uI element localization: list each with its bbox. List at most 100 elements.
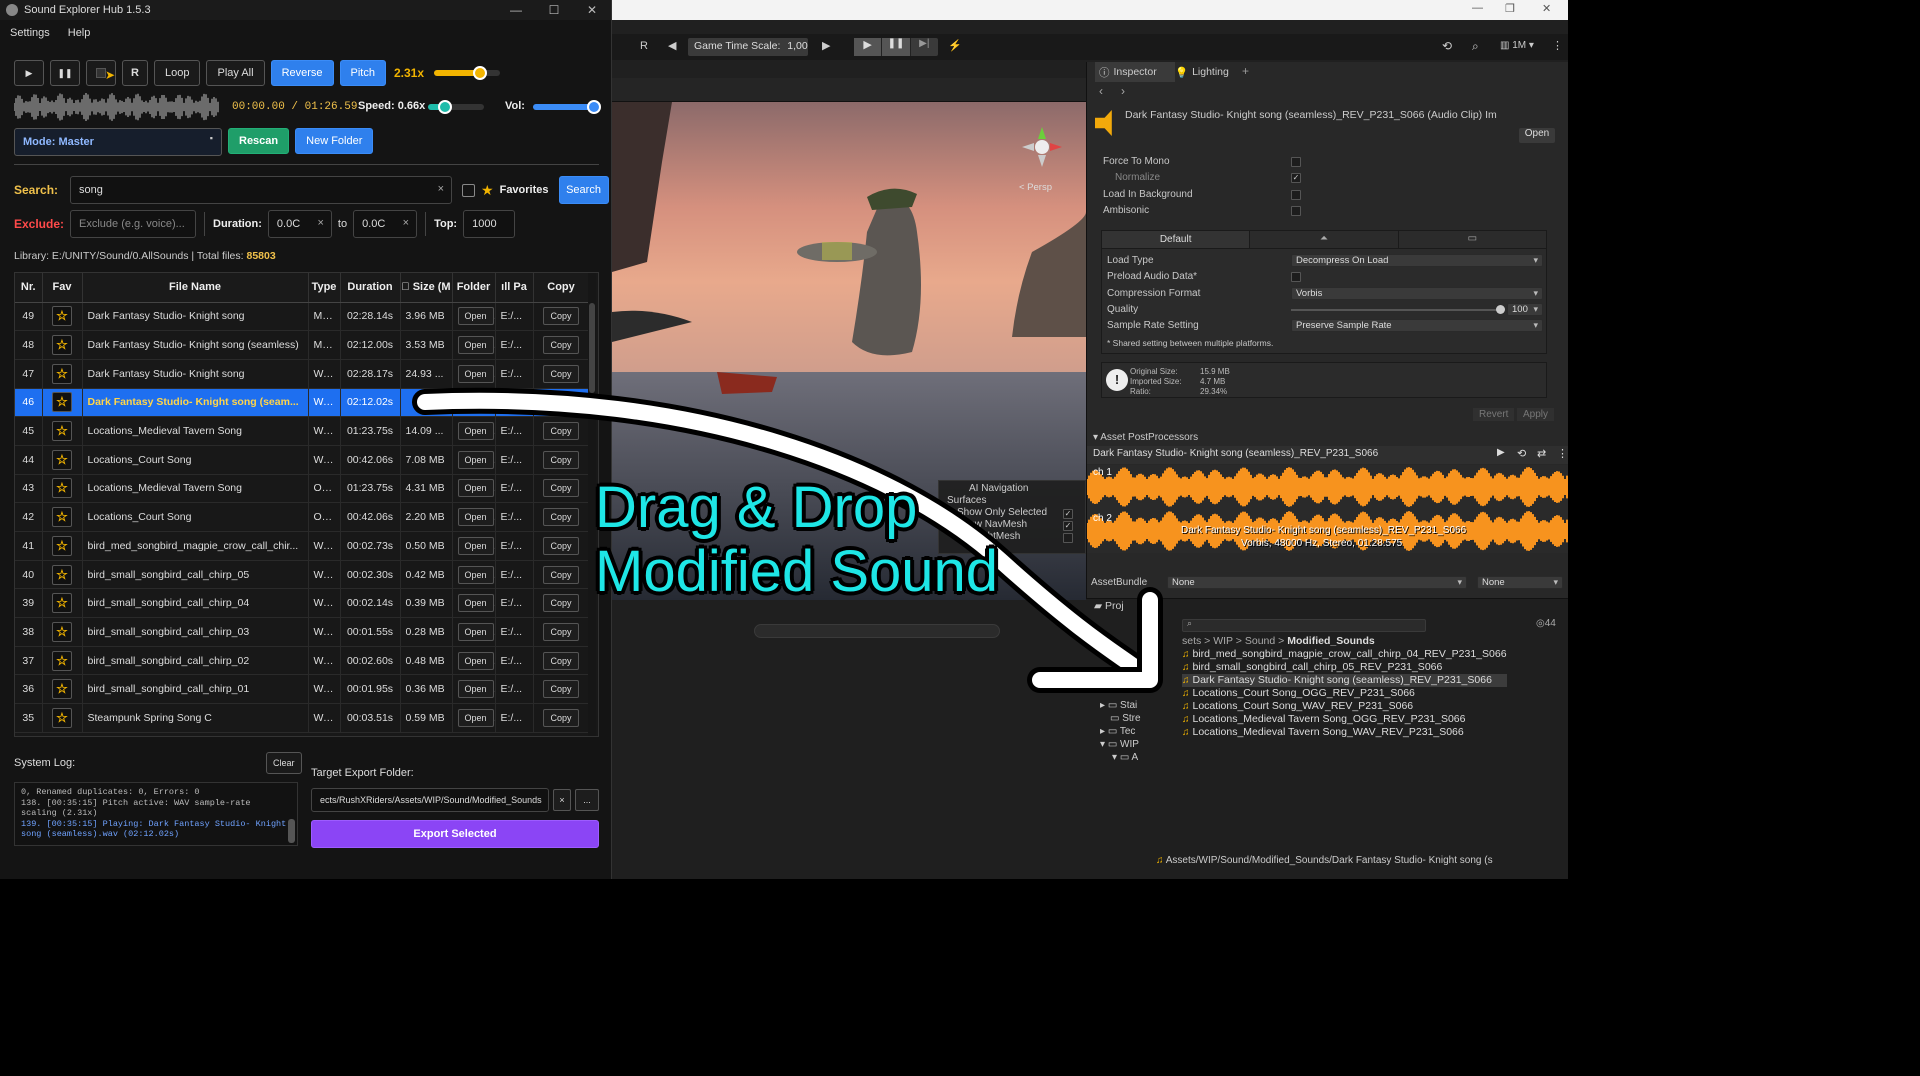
copy-button[interactable]: Copy bbox=[543, 565, 579, 584]
project-search-input[interactable]: ⌕ bbox=[1182, 618, 1426, 632]
hierarchy-search-input[interactable] bbox=[754, 624, 1000, 638]
open-folder-button[interactable]: Open bbox=[457, 622, 494, 641]
table-row[interactable]: 43 ☆ Locations_Medieval Tavern Song OGG 01:2… bbox=[15, 474, 590, 504]
breadcrumb-item[interactable]: Sound bbox=[1245, 635, 1275, 647]
game-time-scale-field[interactable]: Game Time Scale: 1,00 bbox=[688, 38, 808, 56]
open-folder-button[interactable]: Open bbox=[457, 594, 494, 613]
android-icon[interactable]: ⏶ bbox=[1249, 231, 1397, 248]
copy-button[interactable]: Copy bbox=[543, 450, 579, 469]
project-file-item[interactable]: ♫ Locations_Court Song_WAV_REV_P231_S066 bbox=[1182, 700, 1507, 713]
pitch-button[interactable]: Pitch bbox=[339, 60, 386, 86]
open-button[interactable]: Open bbox=[1519, 128, 1555, 143]
open-folder-button[interactable]: Open bbox=[457, 708, 494, 727]
prev-icon[interactable]: ◀ bbox=[668, 39, 676, 52]
tab-default[interactable]: Default bbox=[1102, 231, 1250, 248]
persp-label[interactable]: < Persp bbox=[1019, 182, 1052, 193]
volume-slider[interactable] bbox=[533, 100, 601, 114]
postprocessors-header[interactable]: ▾ Asset PostProcessors bbox=[1093, 432, 1198, 443]
play-icon[interactable]: ▶ bbox=[854, 38, 882, 56]
rescan-button[interactable]: Rescan bbox=[228, 128, 290, 154]
tree-item[interactable]: ▸ ▭ Stai bbox=[1086, 699, 1150, 712]
lightning-icon[interactable]: ⚡ bbox=[948, 39, 962, 52]
open-folder-button[interactable]: Open bbox=[457, 450, 494, 469]
clear-search-icon[interactable]: × bbox=[438, 183, 444, 195]
tree-item[interactable]: ▾ ▭ WIP bbox=[1086, 738, 1150, 751]
maximize-icon[interactable]: ❐ bbox=[1505, 2, 1515, 15]
clear-icon[interactable]: × bbox=[317, 217, 323, 229]
copy-button[interactable]: Copy bbox=[543, 708, 579, 727]
project-file-item[interactable]: ♫ Locations_Medieval Tavern Song_WAV_REV_… bbox=[1182, 726, 1507, 739]
loop-button[interactable]: Loop bbox=[154, 60, 201, 86]
open-folder-button[interactable]: Open bbox=[457, 479, 494, 498]
tree-item[interactable]: ▸ ▭ Tec bbox=[1086, 725, 1150, 738]
force-to-mono-checkbox[interactable] bbox=[1291, 157, 1301, 167]
star-icon[interactable]: ☆ bbox=[52, 707, 72, 728]
col-type-header[interactable]: Type bbox=[308, 273, 341, 303]
star-icon[interactable]: ☆ bbox=[52, 564, 72, 585]
minimize-icon[interactable]: — bbox=[1472, 2, 1483, 14]
copy-button[interactable]: Copy bbox=[543, 651, 579, 670]
quality-slider[interactable] bbox=[1291, 305, 1505, 314]
layers-dropdown[interactable]: ▥ 1M ▾ bbox=[1500, 40, 1534, 51]
duration-from-input[interactable]: 0.0C × bbox=[267, 210, 332, 238]
star-icon[interactable]: ☆ bbox=[52, 335, 72, 356]
star-icon[interactable]: ☆ bbox=[52, 363, 72, 384]
col-fav-header[interactable]: Fav bbox=[42, 273, 83, 303]
table-row[interactable]: 49 ☆ Dark Fantasy Studio- Knight song MP3 02… bbox=[15, 302, 590, 332]
project-file-item[interactable]: ♫ bird_med_songbird_magpie_crow_call_chir… bbox=[1182, 648, 1507, 661]
star-icon[interactable]: ☆ bbox=[52, 507, 72, 528]
normalize-checkbox[interactable]: ✓ bbox=[1291, 173, 1301, 183]
pitch-slider[interactable] bbox=[434, 66, 501, 80]
copy-button[interactable]: Copy bbox=[543, 536, 579, 555]
star-icon[interactable]: ☆ bbox=[52, 621, 72, 642]
forward-icon[interactable]: › bbox=[1121, 84, 1125, 98]
r-button[interactable]: R bbox=[122, 60, 148, 86]
star-icon[interactable]: ☆ bbox=[52, 650, 72, 671]
star-icon[interactable]: ☆ bbox=[52, 593, 72, 614]
play-preview-icon[interactable]: ▶ bbox=[1497, 447, 1505, 458]
reverse-button[interactable]: Reverse bbox=[270, 60, 334, 86]
loop-icon[interactable]: ⟲ bbox=[1517, 447, 1526, 460]
step-icon[interactable]: ▶| bbox=[909, 38, 938, 56]
table-row[interactable]: 41 ☆ bird_med_songbird_magpie_crow_call_ch… bbox=[15, 531, 590, 561]
play-button[interactable]: ▶ bbox=[14, 60, 44, 86]
col-copy-header[interactable]: Copy bbox=[533, 273, 590, 303]
ambisonic-checkbox[interactable] bbox=[1291, 206, 1301, 216]
maximize-icon[interactable]: ☐ bbox=[535, 3, 573, 17]
more-icon[interactable]: ⋮ bbox=[1557, 447, 1568, 460]
breadcrumb-item[interactable]: WIP bbox=[1213, 635, 1233, 647]
tree-item[interactable]: ▾ ▭ A bbox=[1086, 751, 1150, 764]
quality-value[interactable]: 100 bbox=[1507, 303, 1543, 316]
table-row[interactable]: 46 ☆ Dark Fantasy Studio- Knight song (sea… bbox=[15, 388, 590, 418]
assetbundle-dropdown[interactable]: None bbox=[1167, 576, 1467, 589]
project-file-item[interactable]: ♫ Locations_Court Song_OGG_REV_P231_S066 bbox=[1182, 687, 1507, 700]
star-icon[interactable]: ☆ bbox=[52, 535, 72, 556]
star-icon[interactable]: ☆ bbox=[52, 421, 72, 442]
export-selected-button[interactable]: Export Selected bbox=[311, 820, 599, 848]
tab-lighting[interactable]: 💡 Lighting bbox=[1175, 62, 1229, 82]
duration-to-input[interactable]: 0.0C × bbox=[353, 210, 418, 238]
project-file-item[interactable]: ♫ bird_small_songbird_call_chirp_05_REV_P… bbox=[1182, 661, 1507, 674]
sample-rate-dropdown[interactable]: Preserve Sample Rate bbox=[1291, 319, 1543, 332]
minimize-icon[interactable]: — bbox=[497, 3, 535, 17]
star-icon[interactable]: ☆ bbox=[52, 449, 72, 470]
history-icon[interactable]: ⟲ bbox=[1442, 39, 1452, 53]
project-file-item[interactable]: ♫ Dark Fantasy Studio- Knight song (seaml… bbox=[1182, 674, 1507, 687]
desktop-icon[interactable]: ▭ bbox=[1397, 231, 1546, 248]
breadcrumb-item[interactable]: sets bbox=[1182, 635, 1201, 647]
col-duration-header[interactable]: Duration bbox=[340, 273, 401, 303]
table-row[interactable]: 37 ☆ bird_small_songbird_call_chirp_02 WAV 0… bbox=[15, 646, 590, 676]
table-row[interactable]: 44 ☆ Locations_Court Song WAV 00:42.06s 7.08 … bbox=[15, 445, 590, 475]
open-folder-button[interactable]: Open bbox=[457, 422, 494, 441]
tab-inspector[interactable]: ⓘ Inspector bbox=[1095, 62, 1175, 82]
open-folder-button[interactable]: Open bbox=[457, 508, 494, 527]
search-input[interactable]: song × bbox=[70, 176, 453, 204]
copy-button[interactable]: Copy bbox=[543, 508, 579, 527]
add-tab-icon[interactable]: + bbox=[1242, 64, 1249, 78]
open-folder-button[interactable]: Open bbox=[457, 536, 494, 555]
clear-log-button[interactable]: Clear bbox=[266, 752, 302, 774]
tab-project[interactable]: ▰ Proj bbox=[1094, 600, 1124, 612]
table-row[interactable]: 45 ☆ Locations_Medieval Tavern Song WAV 01:2… bbox=[15, 416, 590, 446]
copy-button[interactable]: Copy bbox=[543, 622, 579, 641]
open-folder-button[interactable]: Open bbox=[457, 651, 494, 670]
